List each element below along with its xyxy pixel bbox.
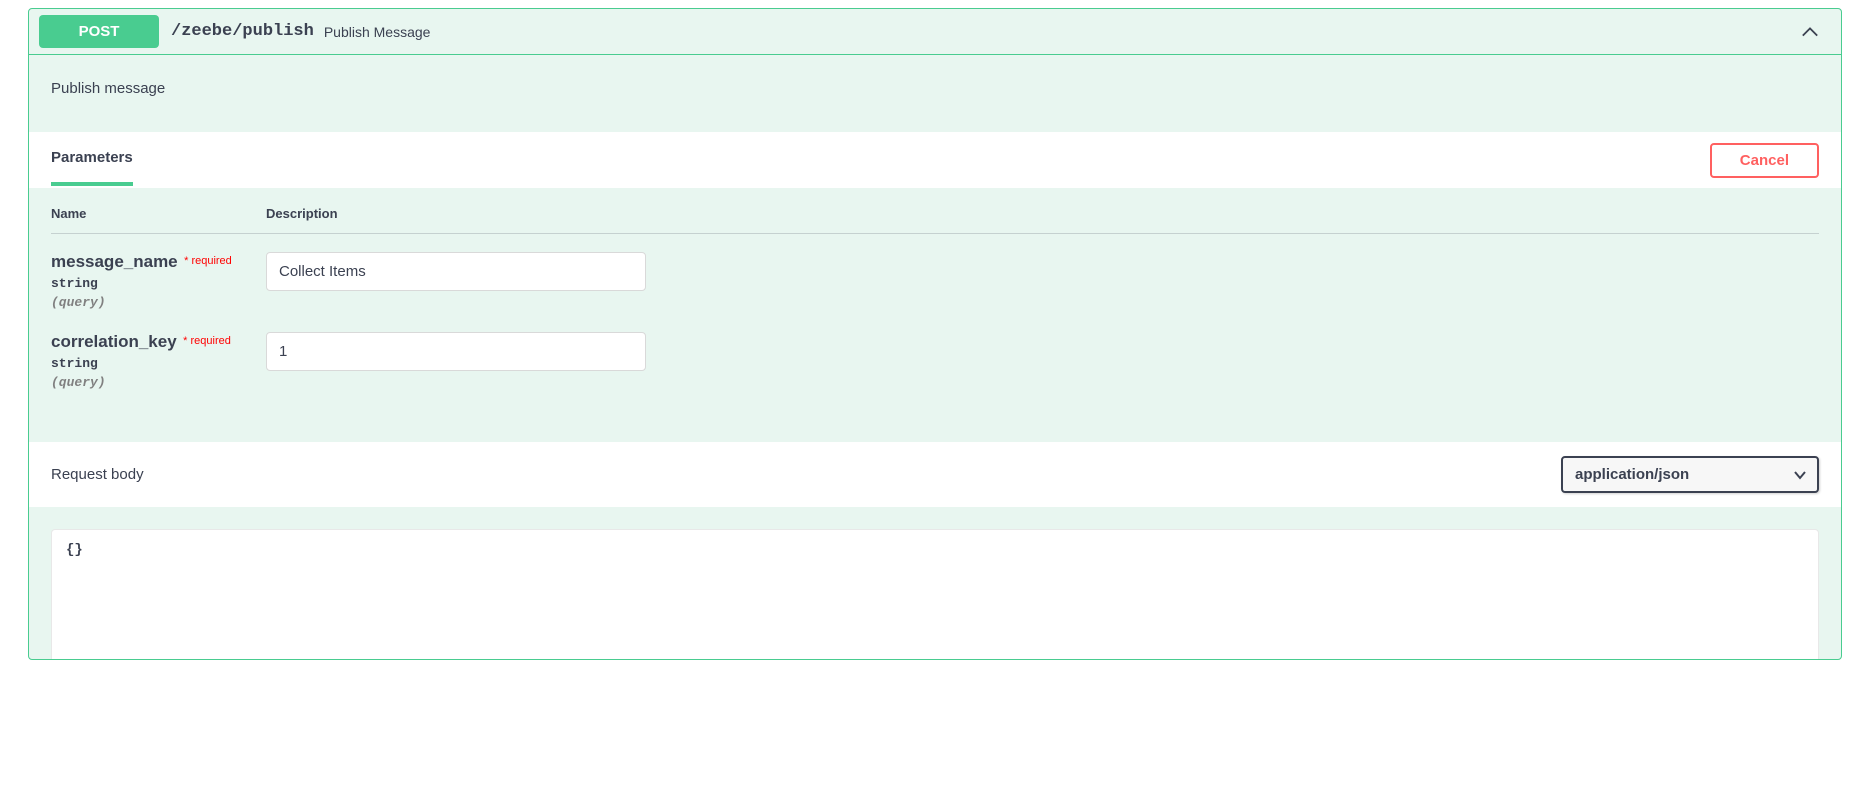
parameter-row: correlation_key required string (query) [51,332,1819,390]
param-name: message_name [51,252,178,271]
required-badge: required [183,335,231,347]
http-method-badge: POST [39,15,159,48]
param-name: correlation_key [51,332,177,351]
chevron-up-icon[interactable] [1799,21,1821,43]
request-body-label: Request body [51,466,144,483]
request-body-header: Request body application/json [29,442,1841,507]
endpoint-path: /zeebe/publish [171,22,314,41]
parameter-row: message_name required string (query) [51,252,1819,310]
param-location: (query) [51,295,266,310]
operation-summary[interactable]: POST /zeebe/publish Publish Message [29,9,1841,55]
param-input-message-name[interactable] [266,252,646,291]
column-header-name: Name [51,206,266,221]
cancel-button[interactable]: Cancel [1710,143,1819,178]
param-type: string [51,356,266,371]
param-type: string [51,276,266,291]
param-input-correlation-key[interactable] [266,332,646,371]
parameters-tab-bar: Parameters Cancel [29,132,1841,188]
required-badge: required [184,255,232,267]
operation-block: POST /zeebe/publish Publish Message Publ… [28,8,1842,660]
endpoint-description: Publish message [29,55,1841,132]
request-body-section: {} [29,507,1841,659]
column-header-description: Description [266,206,1819,221]
param-location: (query) [51,375,266,390]
content-type-select[interactable]: application/json [1561,456,1819,493]
parameters-table: Name Description message_name required s… [29,188,1841,442]
request-body-editor[interactable]: {} [51,529,1819,659]
endpoint-summary: Publish Message [324,24,431,40]
tab-parameters[interactable]: Parameters [51,149,133,186]
